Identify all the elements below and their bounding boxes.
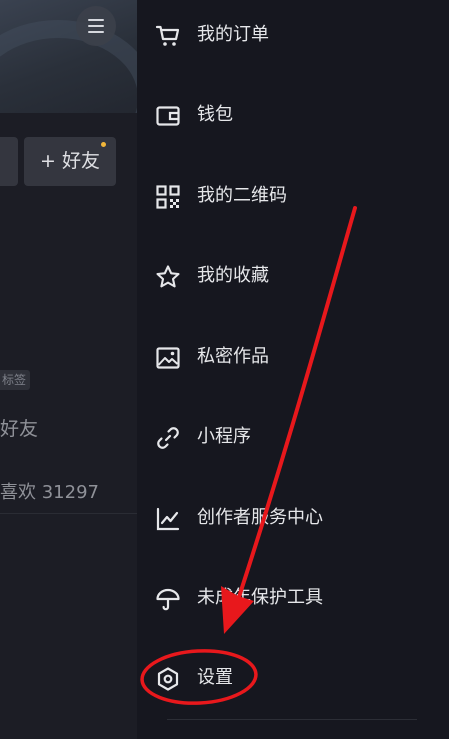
cart-icon bbox=[155, 25, 180, 46]
menu-item-minor-protection[interactable]: 未成年保护工具 bbox=[137, 568, 449, 628]
link-icon bbox=[157, 427, 179, 449]
friends-count-label[interactable]: 好友 bbox=[0, 414, 38, 441]
qr-code-icon bbox=[156, 185, 180, 209]
edit-profile-button[interactable] bbox=[0, 137, 18, 186]
chart-icon bbox=[156, 507, 180, 531]
profile-cover-image bbox=[0, 0, 137, 113]
umbrella-icon bbox=[156, 588, 180, 611]
hexagon-settings-icon bbox=[157, 667, 179, 691]
private-image-icon bbox=[156, 347, 180, 369]
wallet-icon bbox=[156, 106, 180, 126]
menu-item-private-works[interactable]: 私密作品 bbox=[137, 327, 449, 387]
screen: + 好友 › 标签 好友 喜欢 31297 我的订单 钱包 bbox=[0, 0, 449, 739]
notification-dot bbox=[101, 142, 106, 147]
divider bbox=[0, 513, 137, 514]
menu-item-creator-center[interactable]: 创作者服务中心 bbox=[137, 488, 449, 548]
menu-item-label: 钱包 bbox=[197, 104, 233, 125]
divider bbox=[167, 719, 417, 720]
menu-item-label: 未成年保护工具 bbox=[197, 587, 323, 608]
menu-item-label: 设置 bbox=[197, 667, 233, 688]
tag-chip[interactable]: 标签 bbox=[0, 370, 31, 390]
profile-page-background[interactable]: + 好友 › 标签 好友 喜欢 31297 bbox=[0, 0, 137, 739]
menu-item-label: 我的二维码 bbox=[197, 185, 287, 206]
menu-item-label: 小程序 bbox=[197, 426, 251, 447]
star-icon bbox=[156, 265, 180, 288]
menu-item-qr-code[interactable]: 我的二维码 bbox=[137, 166, 449, 226]
menu-item-wallet[interactable]: 钱包 bbox=[137, 85, 449, 145]
menu-item-label: 私密作品 bbox=[197, 346, 269, 367]
menu-item-settings[interactable]: 设置 bbox=[137, 648, 449, 708]
menu-item-favorites[interactable]: 我的收藏 bbox=[137, 246, 449, 306]
menu-icon[interactable] bbox=[76, 6, 116, 46]
likes-count-label: 喜欢 31297 bbox=[0, 482, 99, 503]
side-drawer: 我的订单 钱包 我的二维码 我的收藏 私密作品 小程序 创作者服务中心 未成年保… bbox=[137, 0, 449, 739]
menu-item-label: 我的收藏 bbox=[197, 265, 269, 286]
menu-item-label: 创作者服务中心 bbox=[197, 507, 323, 528]
menu-item-label: 我的订单 bbox=[197, 24, 269, 45]
menu-item-mini-programs[interactable]: 小程序 bbox=[137, 407, 449, 467]
menu-item-orders[interactable]: 我的订单 bbox=[137, 5, 449, 65]
